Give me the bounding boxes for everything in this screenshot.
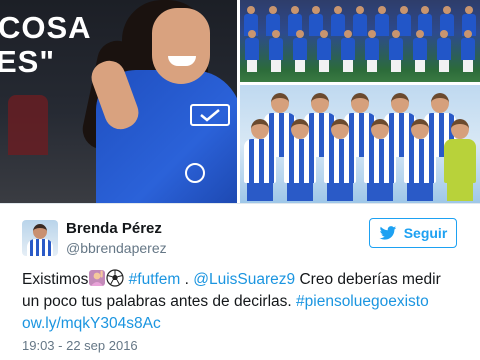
tweet-timestamp[interactable]: 19:03 - 22 sep 2016 — [22, 338, 138, 353]
woman-raising-hand-emoji — [89, 270, 106, 286]
photo-caption-line1: COSA — [0, 10, 92, 45]
team-member — [365, 30, 379, 72]
avatar[interactable] — [22, 220, 58, 256]
tweet-text: Existimos #futfem . @LuisSuarez9 Creo de… — [22, 269, 462, 335]
team-member — [293, 30, 307, 72]
twitter-bird-icon — [379, 226, 396, 240]
embedded-tweet: Brenda Pérez @bbrendaperez Seguir Existi… — [0, 204, 480, 360]
jersey-badge-icon — [185, 163, 205, 183]
team-row-front — [240, 119, 480, 201]
tweet-text-segment: Creo deberías medir — [295, 271, 441, 288]
hashtag-futfem-link[interactable]: #futfem — [129, 271, 181, 288]
team-member — [437, 30, 451, 72]
team-member — [317, 30, 331, 72]
player-face — [152, 8, 210, 84]
follow-button[interactable]: Seguir — [369, 218, 457, 248]
mention-luissuarez9-link[interactable]: @LuisSuarez9 — [193, 271, 295, 288]
background-figure — [8, 95, 48, 155]
media-photo-player-portrait[interactable]: COSA ES" — [0, 0, 237, 203]
media-photo-team-blue[interactable] — [240, 0, 480, 82]
soccer-ball-emoji — [106, 269, 124, 287]
team-member — [284, 119, 316, 201]
hashtag-piensoluegoexisto-link[interactable]: #piensoluegoexisto — [296, 293, 429, 310]
team-member — [269, 30, 283, 72]
tweet-text-segment: un poco tus palabras antes de decirlas. — [22, 293, 297, 310]
tweet-separator: . — [180, 271, 194, 288]
tweet-media-grid[interactable]: COSA ES" — [0, 0, 480, 203]
tweet-word: Existimos — [22, 271, 89, 288]
team-row-front — [240, 30, 480, 72]
team-member — [244, 119, 276, 201]
photo-caption-line2: ES" — [0, 44, 56, 79]
tweet-text-line1: Existimos #futfem . @LuisSuarez9 Creo de… — [22, 269, 462, 291]
follow-button-label: Seguir — [403, 225, 448, 241]
team-member — [461, 30, 475, 72]
team-member — [341, 30, 355, 72]
author-screen-name[interactable]: @bbrendaperez — [66, 240, 167, 256]
team-member — [413, 30, 427, 72]
team-goalkeeper — [444, 119, 476, 201]
tweet-text-line3: ow.ly/mqkY304s8Ac — [22, 313, 462, 335]
sponsor-check-icon — [190, 104, 230, 126]
team-member — [364, 119, 396, 201]
team-member — [404, 119, 436, 201]
team-member — [389, 30, 403, 72]
author-display-name[interactable]: Brenda Pérez — [66, 220, 162, 237]
team-member — [245, 30, 259, 72]
tweet-text-line2: un poco tus palabras antes de decirlas. … — [22, 291, 462, 313]
media-photo-team-striped[interactable] — [240, 85, 480, 203]
tweet-url-link[interactable]: ow.ly/mqkY304s8Ac — [22, 315, 161, 332]
team-member — [324, 119, 356, 201]
